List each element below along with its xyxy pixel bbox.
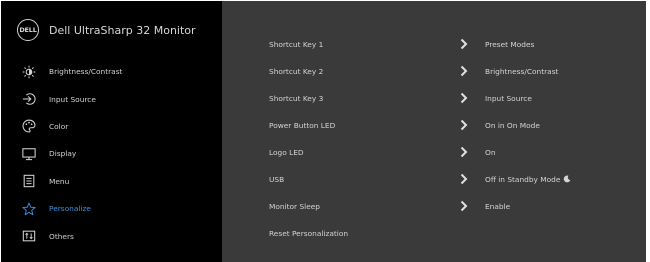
sidebar-item-others[interactable]: Others [1, 222, 222, 249]
chevron-right-icon [460, 65, 468, 77]
dell-logo: DELL [17, 19, 39, 41]
sidebar-item-menu[interactable]: Menu [1, 168, 222, 195]
sidebar-item-display[interactable]: Display [1, 140, 222, 167]
sidebar-item-label: Personalize [49, 204, 91, 214]
chevron-right-icon [460, 200, 468, 212]
chevron-right-icon [460, 92, 468, 104]
sidebar-item-label: Color [49, 121, 69, 131]
others-icon [21, 228, 37, 244]
setting-row-usb[interactable]: USB Off in Standby Mode [222, 169, 646, 189]
setting-row-shortcut-key-1[interactable]: Shortcut Key 1 Preset Modes [222, 34, 646, 54]
sidebar-item-label: Brightness/Contrast [49, 67, 123, 77]
setting-row-monitor-sleep[interactable]: Monitor Sleep Enable [222, 196, 646, 216]
setting-row-reset-personalization[interactable]: Reset Personalization [222, 223, 646, 243]
setting-value: Off in Standby Mode [485, 174, 561, 184]
sidebar-item-input-source[interactable]: Input Source [1, 85, 222, 112]
setting-row-power-button-led[interactable]: Power Button LED On in On Mode [222, 115, 646, 135]
display-icon [21, 146, 37, 162]
color-palette-icon [21, 118, 37, 134]
setting-label: Logo LED [269, 147, 304, 157]
sidebar: DELL Dell UltraSharp 32 Monitor Brightne… [1, 1, 222, 262]
moon-icon [564, 175, 571, 183]
setting-value: On [485, 147, 496, 157]
setting-label: USB [269, 174, 285, 184]
chevron-right-icon [460, 119, 468, 131]
sidebar-item-label: Input Source [49, 94, 96, 104]
sidebar-item-label: Display [49, 149, 77, 159]
setting-value-group: Off in Standby Mode [485, 175, 571, 184]
brightness-icon [21, 64, 37, 80]
setting-row-logo-led[interactable]: Logo LED On [222, 142, 646, 162]
chevron-right-icon [460, 146, 468, 158]
settings-panel: Shortcut Key 1 Preset Modes Shortcut Key… [222, 1, 646, 262]
sidebar-menu: Brightness/Contrast Input Source Color D… [1, 58, 222, 250]
setting-value: Input Source [485, 93, 532, 103]
monitor-title: Dell UltraSharp 32 Monitor [49, 23, 196, 37]
chevron-right-icon [460, 38, 468, 50]
setting-value: On in On Mode [485, 120, 540, 130]
sidebar-item-color[interactable]: Color [1, 113, 222, 140]
star-icon [21, 201, 37, 217]
setting-value: Enable [485, 201, 511, 211]
input-source-icon [21, 91, 37, 107]
chevron-right-icon [460, 173, 468, 185]
monitor-osd: DELL Dell UltraSharp 32 Monitor Brightne… [1, 1, 646, 262]
setting-label: Reset Personalization [269, 228, 349, 238]
setting-row-shortcut-key-3[interactable]: Shortcut Key 3 Input Source [222, 88, 646, 108]
sidebar-item-label: Others [49, 231, 74, 241]
setting-value: Brightness/Contrast [485, 66, 559, 76]
setting-label: Power Button LED [269, 120, 336, 130]
brand-header: DELL Dell UltraSharp 32 Monitor [1, 1, 222, 59]
sidebar-item-brightness-contrast[interactable]: Brightness/Contrast [1, 58, 222, 85]
sidebar-item-label: Menu [49, 176, 70, 186]
setting-row-shortcut-key-2[interactable]: Shortcut Key 2 Brightness/Contrast [222, 61, 646, 81]
menu-icon [21, 173, 37, 189]
setting-label: Shortcut Key 2 [269, 66, 324, 76]
setting-label: Monitor Sleep [269, 201, 320, 211]
sidebar-item-personalize[interactable]: Personalize [1, 195, 222, 222]
setting-label: Shortcut Key 1 [269, 39, 324, 49]
setting-value: Preset Modes [485, 39, 535, 49]
setting-label: Shortcut Key 3 [269, 93, 324, 103]
